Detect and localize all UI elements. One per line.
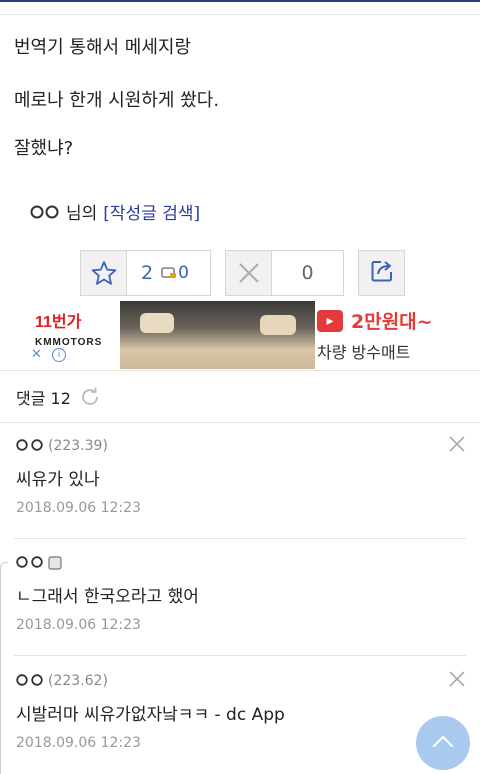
ad-seat-left: [140, 313, 174, 333]
comment-body: 시발러마 씨유가없자낰ㅋㅋ - dc App: [16, 705, 285, 725]
comment-body: ㄴ그래서 한국오라고 했어: [16, 587, 199, 607]
reply-indent-bracket: [0, 562, 8, 774]
writer-suffix: 님의: [66, 204, 98, 224]
post-line-3: 잘했냐?: [14, 138, 74, 159]
writer-nick-icon: [30, 205, 60, 219]
comment-item: (223.62) 시발러마 씨유가없자낰ㅋㅋ - dc App 2018.09.…: [16, 670, 466, 751]
comment-item: (223.39) 씨유가 있나 2018.09.06 12:23: [16, 435, 466, 516]
divider: [14, 655, 466, 656]
star-icon: [81, 251, 127, 295]
ad-car-photo: [120, 301, 315, 369]
comment-count-label: 댓글 12: [16, 389, 71, 408]
comment-body: 씨유가 있나: [16, 470, 100, 490]
post-line-2: 메로나 한개 시원하게 쐈다.: [14, 90, 220, 111]
ad-brand: 11번가: [35, 314, 82, 331]
comment-nick-icon: [16, 437, 44, 455]
divider: [0, 370, 480, 371]
ad-close-icon[interactable]: ✕: [31, 347, 42, 362]
ad-title: 차량 방수매트: [317, 343, 411, 362]
ad-seat-right: [260, 315, 296, 335]
close-icon[interactable]: [448, 435, 466, 457]
comment-date: 2018.09.06 12:23: [16, 735, 141, 751]
ad-sub-brand: KMMOTORS: [35, 337, 103, 348]
recommend-count: 2: [141, 262, 154, 284]
chevron-up-icon: [431, 733, 455, 753]
mobile-recommend-count: 0: [178, 263, 189, 283]
comment-head: (223.39): [16, 437, 466, 455]
share-icon: [369, 258, 395, 288]
comment-count-header: 댓글 12: [16, 385, 101, 409]
writer-search-link[interactable]: [작성글 검색]: [103, 199, 200, 224]
share-button[interactable]: [358, 250, 405, 296]
post-line-1: 번역기 통해서 메세지랑: [14, 37, 192, 58]
comment-item: ㄴ그래서 한국오라고 했어 2018.09.06 12:23: [16, 554, 466, 633]
ad-price-text: 2만원대~: [351, 311, 433, 333]
divider: [14, 538, 466, 539]
ad-info-icon[interactable]: i: [52, 348, 66, 362]
comment-ip: (223.62): [48, 673, 108, 689]
nonrecommend-button[interactable]: 0: [225, 250, 344, 296]
nonrecommend-count: 0: [301, 262, 314, 284]
comment-ip: (223.39): [48, 438, 108, 454]
fixed-nick-icon: [48, 556, 62, 570]
comment-head: [16, 554, 466, 572]
top-divider: [0, 14, 480, 15]
cart-icon: ▸: [317, 309, 343, 332]
ad-banner[interactable]: 11번가 KMMOTORS ▸ 2만원대~ 차량 방수매트: [25, 301, 455, 369]
comment-date: 2018.09.06 12:23: [16, 617, 141, 633]
writer-line: 님의 [작성글 검색]: [30, 199, 200, 224]
close-icon[interactable]: [448, 670, 466, 692]
comment-nick-icon: [16, 554, 44, 572]
refresh-icon[interactable]: [79, 386, 101, 408]
divider: [0, 422, 480, 423]
recommend-button[interactable]: 2 0: [80, 250, 211, 296]
comment-head: (223.62): [16, 672, 466, 690]
comment-nick-icon: [16, 672, 44, 690]
mobile-recommend: 0: [161, 263, 189, 283]
phone-icon: [161, 264, 177, 283]
top-bar-line: [0, 0, 480, 2]
ad-price-tag: ▸ 2만원대~: [317, 307, 433, 334]
comment-date: 2018.09.06 12:23: [16, 500, 141, 516]
scroll-top-button[interactable]: [416, 716, 470, 770]
x-icon: [226, 251, 272, 295]
